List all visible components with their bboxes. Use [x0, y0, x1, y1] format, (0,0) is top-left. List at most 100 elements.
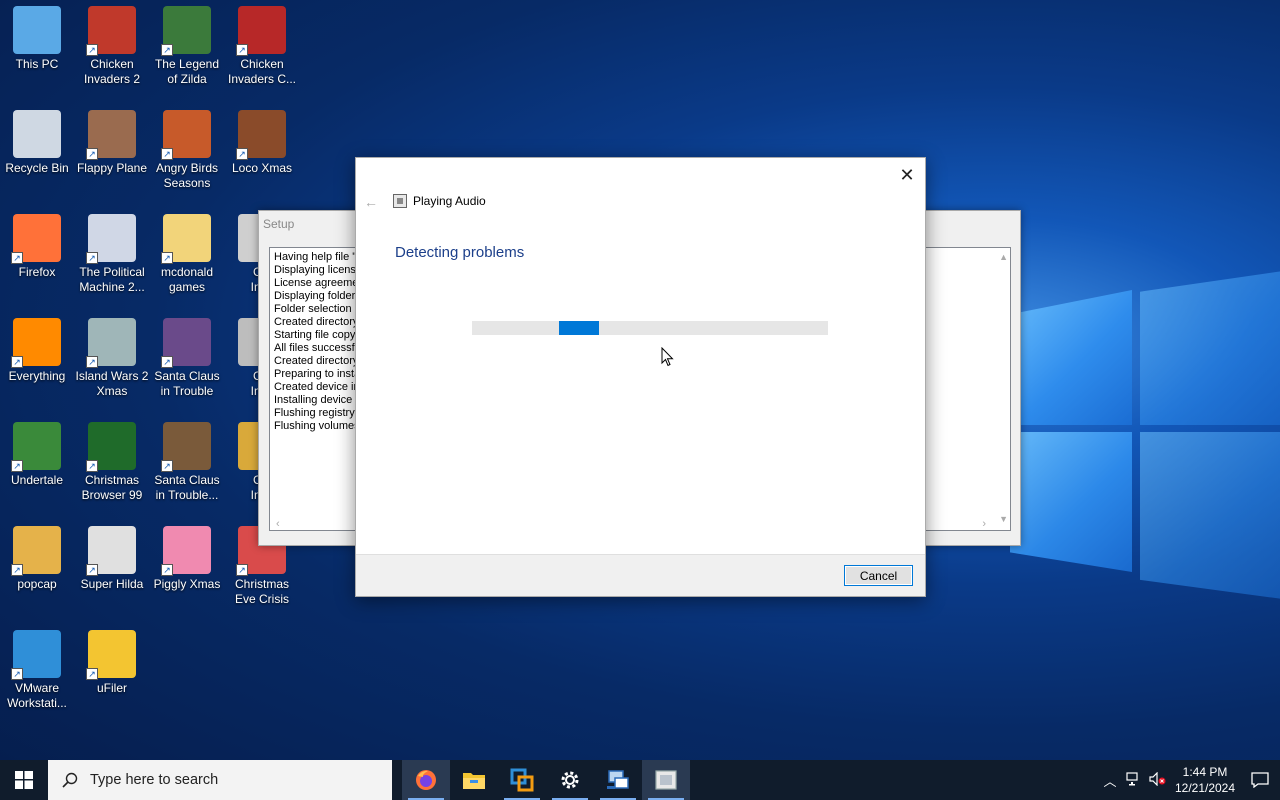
desktop-icon-label: Santa Claus in Trouble...: [154, 473, 220, 502]
setup-window-title: Setup: [263, 217, 295, 231]
folder-icon: ↗: [11, 526, 61, 576]
scroll-down-icon[interactable]: ▼: [999, 514, 1008, 524]
desktop-icon[interactable]: ↗ Santa Claus in Trouble...: [150, 416, 224, 503]
taskbar-network-setup[interactable]: [594, 760, 642, 800]
system-clock[interactable]: 1:44 PM 12/21/2024: [1170, 764, 1240, 796]
desktop-icon-label: popcap: [17, 577, 57, 591]
progress-indicator: [559, 321, 599, 335]
shortcut-arrow-icon: ↗: [161, 460, 173, 472]
start-button[interactable]: [0, 760, 48, 800]
desktop-icon-label: Santa Claus in Trouble: [154, 369, 220, 398]
network-setup-icon: [607, 770, 629, 789]
file-explorer-icon: [463, 773, 485, 789]
firefox-icon: [416, 770, 436, 790]
desktop-icon-label: Loco Xmas: [231, 161, 293, 175]
chicken-game-icon: ↗: [86, 6, 136, 56]
desktop-icon[interactable]: ↗ Chicken Invaders 2: [75, 0, 149, 87]
desktop-icon-label: mcdonald games: [160, 265, 214, 294]
desktop-icon[interactable]: This PC: [0, 0, 74, 72]
santa-game-icon: ↗: [161, 422, 211, 472]
desktop-icon[interactable]: ↗ Flappy Plane: [75, 104, 149, 176]
close-button[interactable]: ✕: [893, 162, 921, 188]
desktop-icon[interactable]: ↗ Firefox: [0, 208, 74, 280]
desktop-icon[interactable]: ↗ Undertale: [0, 416, 74, 488]
desktop-icon-label: Recycle Bin: [5, 161, 69, 175]
desktop-icon[interactable]: ↗ The Legend of Zilda: [150, 0, 224, 87]
desktop-icon-label: Flappy Plane: [76, 161, 148, 175]
scroll-up-icon[interactable]: ▲: [999, 252, 1008, 262]
desktop-icon[interactable]: ↗ Loco Xmas: [225, 104, 299, 176]
pig-game-icon: ↗: [161, 526, 211, 576]
clock-time: 1:44 PM: [1182, 765, 1228, 779]
taskbar-search-box[interactable]: Type here to search: [48, 760, 392, 800]
taskbar-settings[interactable]: [546, 760, 594, 800]
desktop-icon[interactable]: ↗ Super Hilda: [75, 520, 149, 592]
desktop-icon[interactable]: Recycle Bin: [0, 104, 74, 176]
shortcut-arrow-icon: ↗: [161, 252, 173, 264]
desktop-icon[interactable]: ↗ Everything: [0, 312, 74, 384]
windows-wallpaper-logo: [1010, 270, 1280, 600]
taskbar-vmware[interactable]: [498, 760, 546, 800]
ufiler-folder-icon: ↗: [86, 630, 136, 680]
desktop-icon[interactable]: ↗ Santa Claus in Trouble: [150, 312, 224, 399]
vmware-icon: ↗: [11, 630, 61, 680]
desktop-icon[interactable]: ↗ Angry Birds Seasons: [150, 104, 224, 191]
cancel-button[interactable]: Cancel: [844, 565, 913, 586]
plane-game-icon: ↗: [86, 110, 136, 160]
bear-game-icon: ↗: [236, 110, 286, 160]
chevron-up-icon[interactable]: ︿: [1098, 771, 1122, 790]
shortcut-arrow-icon: ↗: [86, 356, 98, 368]
windows-start-icon: [15, 771, 33, 789]
shortcut-arrow-icon: ↗: [161, 356, 173, 368]
desktop-icon-label: Christmas Eve Crisis: [234, 577, 289, 606]
troubleshooter-dialog: ✕ ← Playing Audio Detecting problems Can…: [355, 157, 926, 597]
notification-center-icon[interactable]: [1240, 772, 1280, 788]
desktop-icon-label: VMware Workstati...: [7, 681, 67, 710]
desktop-icon-label: Christmas Browser 99: [81, 473, 143, 502]
desktop-icon-label: Chicken Invaders C...: [227, 57, 297, 86]
desktop-icon-label: Super Hilda: [80, 577, 144, 591]
shortcut-arrow-icon: ↗: [236, 564, 248, 576]
shortcut-arrow-icon: ↗: [86, 668, 98, 680]
taskbar-troubleshooter[interactable]: [642, 760, 690, 800]
desktop-icon-label: uFiler: [96, 681, 127, 695]
desktop-icon[interactable]: ↗ Chicken Invaders C...: [225, 0, 299, 87]
desktop-icon-label: The Legend of Zilda: [154, 57, 220, 86]
volume-muted-icon[interactable]: [1146, 771, 1170, 789]
scroll-right-icon[interactable]: ›: [982, 518, 986, 530]
desktop-icon[interactable]: ↗ The Political Machine 2...: [75, 208, 149, 295]
desktop-icon-label: Piggly Xmas: [153, 577, 221, 591]
desktop-icon[interactable]: ↗ Piggly Xmas: [150, 520, 224, 592]
desktop-icon-label: Firefox: [18, 265, 56, 279]
island-game-icon: ↗: [86, 318, 136, 368]
shortcut-arrow-icon: ↗: [86, 148, 98, 160]
desktop-icon-label: The Political Machine 2...: [79, 265, 145, 294]
back-arrow-icon[interactable]: ←: [364, 194, 378, 210]
zilda-game-icon: ↗: [161, 6, 211, 56]
desktop-icon[interactable]: ↗ mcdonald games: [150, 208, 224, 295]
scroll-left-icon[interactable]: ‹: [276, 518, 280, 530]
network-icon[interactable]: [1122, 771, 1146, 789]
desktop-icon-label: Undertale: [10, 473, 64, 487]
clock-date: 12/21/2024: [1174, 781, 1236, 795]
recycle-bin-icon: [13, 110, 61, 158]
desktop-icon[interactable]: ↗ VMware Workstati...: [0, 624, 74, 711]
desktop-icon[interactable]: ↗ Island Wars 2 Xmas: [75, 312, 149, 399]
desktop-icon[interactable]: ↗ popcap: [0, 520, 74, 592]
shortcut-arrow-icon: ↗: [86, 564, 98, 576]
shortcut-arrow-icon: ↗: [236, 148, 248, 160]
troubleshooter-icon: [655, 770, 677, 790]
status-heading: Detecting problems: [395, 244, 525, 261]
taskbar-firefox[interactable]: [402, 760, 450, 800]
taskbar-file-explorer[interactable]: [450, 760, 498, 800]
desktop-icon[interactable]: ↗ Christmas Browser 99: [75, 416, 149, 503]
shortcut-arrow-icon: ↗: [161, 564, 173, 576]
shortcut-arrow-icon: ↗: [161, 148, 173, 160]
system-tray: ︿ 1:44 PM 12/21/2024: [1098, 760, 1280, 800]
search-placeholder: Type here to search: [90, 772, 219, 788]
political-game-icon: ↗: [86, 214, 136, 264]
shortcut-arrow-icon: ↗: [86, 252, 98, 264]
desktop-icon[interactable]: ↗ uFiler: [75, 624, 149, 696]
undertale-icon: ↗: [11, 422, 61, 472]
shortcut-arrow-icon: ↗: [161, 44, 173, 56]
